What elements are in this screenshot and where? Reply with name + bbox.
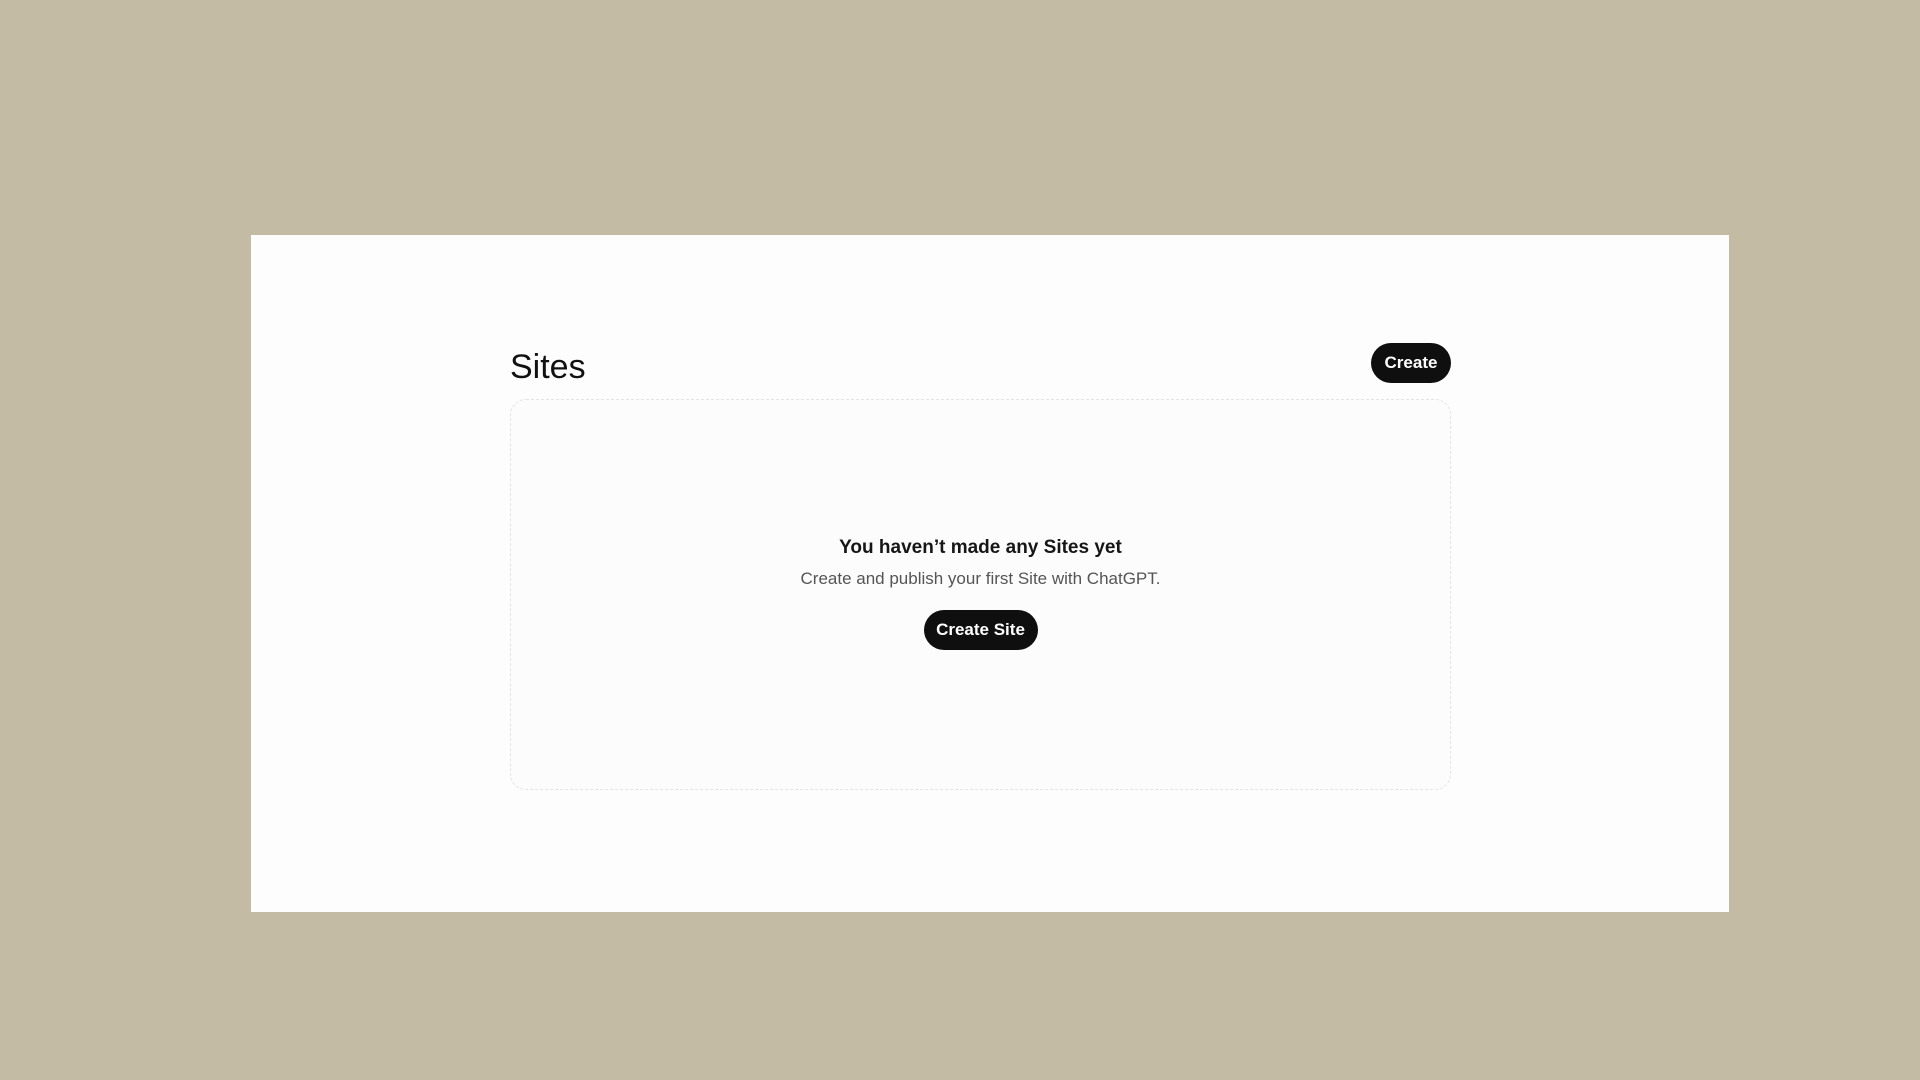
app-window: Sites Create You haven’t made any Sites … [251,235,1729,912]
page-header: Sites Create [510,343,1451,387]
empty-state-subtitle: Create and publish your first Site with … [800,569,1161,588]
page-title: Sites [510,348,586,386]
create-site-button[interactable]: Create Site [923,610,1038,650]
create-button[interactable]: Create [1371,343,1451,383]
empty-state-panel: You haven’t made any Sites yet Create an… [510,399,1451,790]
empty-state-title: You haven’t made any Sites yet [839,537,1122,558]
empty-state: You haven’t made any Sites yet Create an… [511,536,1450,650]
